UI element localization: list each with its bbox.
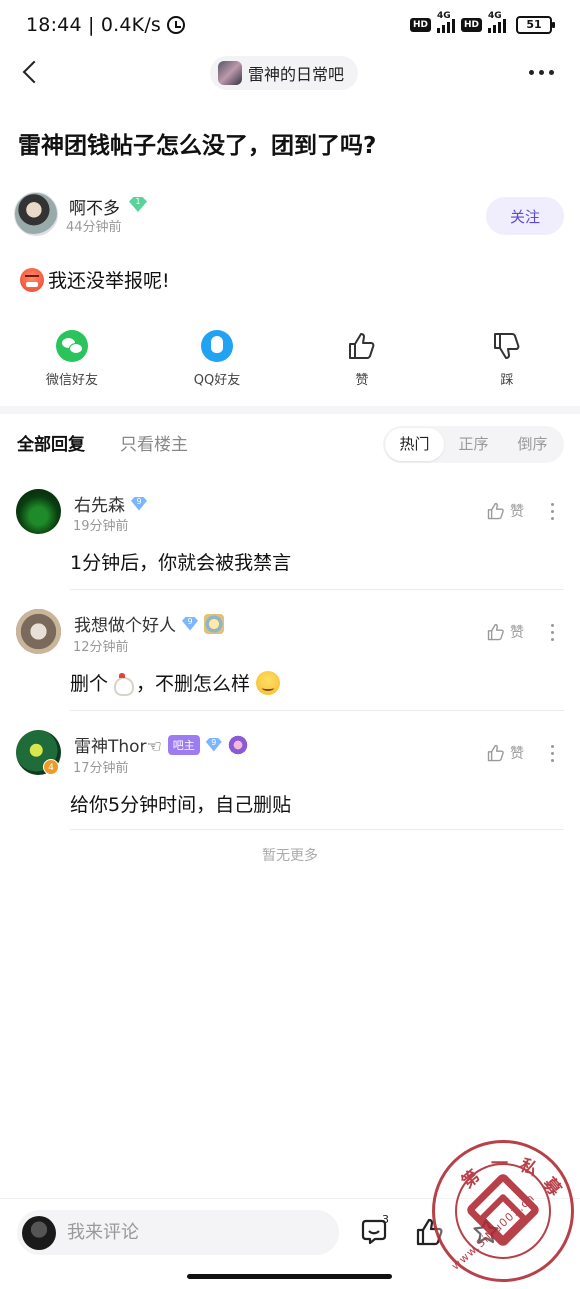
thumb-up-icon — [487, 502, 504, 520]
follow-button[interactable]: 关注 — [486, 197, 564, 235]
reply-more-icon[interactable] — [549, 624, 555, 641]
reply-text: 删个 ，不删怎么样 — [70, 669, 281, 696]
sort-desc[interactable]: 倒序 — [503, 428, 562, 461]
reply-author[interactable]: 雷神Thor☜ 吧主 9 — [74, 732, 248, 757]
post-body: 我还没举报呢! — [20, 266, 170, 293]
dislike-post-label: 踩 — [500, 373, 514, 388]
tab-op-only[interactable]: 只看楼主 — [120, 430, 188, 455]
forum-avatar — [218, 61, 242, 85]
level-badge: 9 — [205, 737, 222, 752]
reply-time: 12分钟前 — [73, 640, 129, 655]
post-time: 44分钟前 — [66, 220, 122, 235]
divider — [70, 710, 564, 711]
status-bar: 18:44 | 0.4K/s HD 4G HD 4G 51 — [0, 0, 580, 50]
avatar — [22, 1216, 56, 1250]
avatar[interactable] — [16, 489, 61, 534]
like-post-label: 赞 — [355, 373, 369, 388]
like-post-button[interactable]: 赞 — [307, 330, 417, 388]
signal-icon: 4G — [488, 11, 506, 33]
status-time: 18:44 | 0.4K/s — [26, 14, 162, 36]
alarm-icon — [167, 16, 186, 34]
level-badge: 1 — [129, 197, 147, 212]
chicken-emoji-icon — [110, 671, 135, 696]
signal-icon: 4G — [436, 11, 455, 33]
comment-count: 3 — [382, 1213, 389, 1226]
reply-like-button[interactable]: 赞 — [486, 743, 524, 763]
home-indicator[interactable] — [187, 1274, 392, 1279]
comment-input[interactable] — [17, 1210, 339, 1255]
admin-tag: 吧主 — [167, 734, 200, 755]
sort-toggle: 热门 正序 倒序 — [383, 426, 564, 463]
author-avatar[interactable] — [14, 192, 58, 236]
divider — [70, 589, 564, 590]
thumb-up-icon — [487, 744, 504, 762]
list-footer: 暂无更多 — [262, 848, 318, 864]
qq-icon — [201, 330, 233, 362]
hd-badge: HD — [460, 18, 482, 32]
level-badge: 9 — [131, 496, 147, 511]
dislike-post-button[interactable]: 踩 — [452, 330, 562, 388]
sort-hot[interactable]: 热门 — [385, 428, 444, 461]
avatar[interactable] — [16, 609, 61, 654]
reply-like-button[interactable]: 赞 — [486, 622, 524, 642]
thumb-up-icon — [487, 623, 504, 641]
share-wechat-label: 微信好友 — [45, 373, 98, 388]
battery-icon: 51 — [516, 16, 555, 34]
hd-badge: HD — [409, 18, 431, 32]
post-title: 雷神团钱帖子怎么没了，团到了吗? — [18, 133, 377, 159]
reply-time: 19分钟前 — [73, 519, 129, 534]
avatar-level-badge: 4 — [43, 759, 59, 775]
reply-author[interactable]: 我想做个好人 9 — [74, 611, 224, 636]
reply-time: 17分钟前 — [73, 761, 129, 776]
smirk-emoji-icon — [256, 670, 281, 695]
wechat-icon — [56, 330, 88, 362]
nav-bar: 雷神的日常吧 — [0, 50, 580, 98]
reply-text: 给你5分钟时间，自己删贴 — [70, 794, 292, 816]
angry-emoji-icon — [20, 267, 44, 292]
divider — [70, 829, 564, 830]
status-indicators: HD 4G HD 4G 51 — [409, 11, 555, 34]
watermark-stamp: 第 一 私 募 www.SiMu001.cn — [432, 1140, 574, 1282]
forum-link[interactable]: 雷神的日常吧 — [210, 56, 359, 90]
thumb-up-icon — [346, 330, 378, 362]
tab-all-replies[interactable]: 全部回复 — [17, 430, 85, 455]
share-wechat-button[interactable]: 微信好友 — [17, 330, 127, 388]
sort-asc[interactable]: 正序 — [444, 428, 503, 461]
share-qq-button[interactable]: QQ好友 — [162, 330, 272, 388]
post-body-text: 我还没举报呢! — [48, 270, 170, 292]
medal-icon — [227, 734, 248, 755]
level-badge: 9 — [182, 616, 198, 631]
reply-more-icon[interactable] — [549, 745, 555, 762]
reply-more-icon[interactable] — [549, 503, 555, 520]
medal-icon — [204, 613, 224, 634]
reply-like-button[interactable]: 赞 — [486, 501, 524, 521]
chevron-left-icon[interactable] — [20, 60, 46, 86]
thumb-down-icon — [491, 330, 523, 362]
reply-text: 1分钟后，你就会被我禁言 — [70, 552, 292, 574]
forum-name: 雷神的日常吧 — [248, 65, 345, 84]
share-qq-label: QQ好友 — [193, 373, 241, 388]
reply-author[interactable]: 右先森 9 — [74, 491, 147, 516]
section-divider — [0, 406, 580, 414]
more-horizontal-icon[interactable] — [529, 70, 554, 75]
